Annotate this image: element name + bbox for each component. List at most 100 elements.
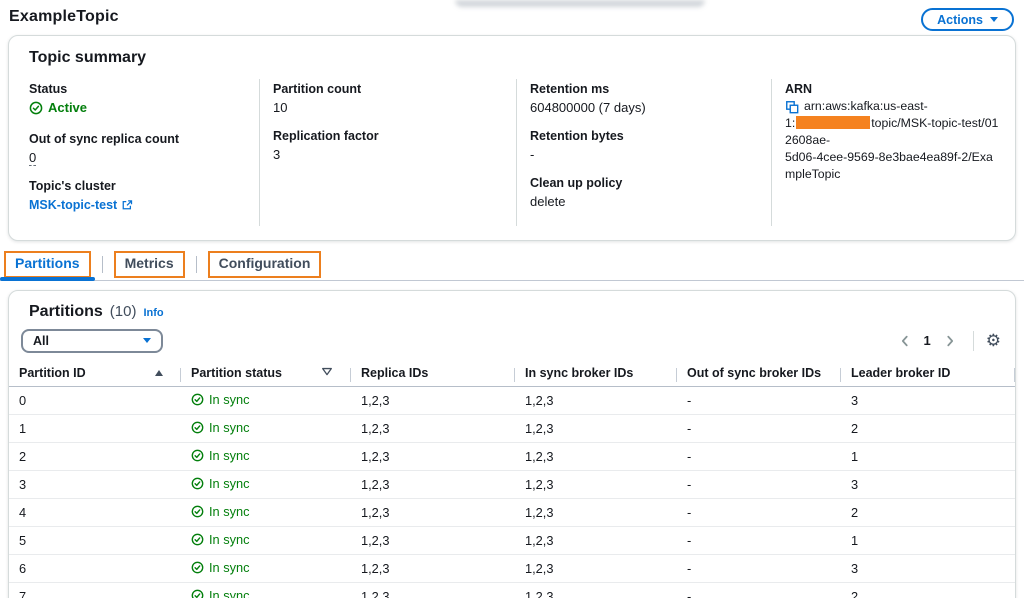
external-link-icon — [121, 199, 133, 211]
table-row: 4 In sync 1,2,3 1,2,3 - 2 — [9, 498, 1015, 527]
caret-down-icon — [143, 338, 151, 343]
tab-partitions[interactable]: Partitions — [0, 250, 95, 281]
retention-ms-label: Retention ms — [530, 82, 610, 96]
cell-replica-ids: 1,2,3 — [351, 414, 515, 443]
tab-partitions-highlight-box: Partitions — [4, 251, 91, 278]
cell-partition-id: 1 — [9, 414, 181, 443]
pagination-next-button[interactable] — [939, 330, 961, 352]
field-replication-factor: Replication factor 3 — [273, 128, 500, 164]
arn-text-line1: arn:aws:kafka:us-east- — [804, 99, 928, 113]
summary-column-2: Partition count 10 Replication factor 3 — [259, 79, 516, 226]
settings-gear-icon[interactable]: ⚙ — [986, 332, 1001, 349]
table-row: 5 In sync 1,2,3 1,2,3 - 1 — [9, 526, 1015, 555]
tab-metrics-label: Metrics — [124, 255, 174, 271]
column-header-replica-ids: Replica IDs — [351, 362, 515, 387]
info-link[interactable]: Info — [143, 307, 163, 319]
cell-replica-ids: 1,2,3 — [351, 554, 515, 583]
cell-partition-status: In sync — [191, 504, 250, 519]
field-clean-up-policy: Clean up policy delete — [530, 175, 755, 211]
retention-ms-value: 604800000 (7 days) — [530, 100, 646, 115]
topic-summary-card: Topic summary Status Active Out of sync … — [8, 35, 1016, 241]
partitions-title: Partitions — [29, 302, 103, 320]
tab-metrics-highlight-box: Metrics — [113, 251, 185, 278]
cell-in-sync-broker-ids: 1,2,3 — [515, 498, 677, 527]
cell-out-of-sync-broker-ids: - — [677, 442, 841, 471]
cell-partition-id: 6 — [9, 554, 181, 583]
column-header-partition-id-label: Partition ID — [19, 366, 86, 381]
table-row: 0 In sync 1,2,3 1,2,3 - 3 — [9, 386, 1015, 415]
browser-chrome-artifact — [455, 0, 705, 7]
cell-replica-ids: 1,2,3 — [351, 386, 515, 415]
cell-replica-ids: 1,2,3 — [351, 498, 515, 527]
table-row: 7 In sync 1,2,3 1,2,3 - 2 — [9, 582, 1015, 598]
table-row: 1 In sync 1,2,3 1,2,3 - 2 — [9, 414, 1015, 443]
cell-in-sync-broker-ids: 1,2,3 — [515, 582, 677, 598]
field-topics-cluster: Topic's cluster MSK-topic-test — [29, 178, 243, 215]
pagination: 1 ⚙ — [894, 330, 1001, 352]
partitions-header: Partitions (10) Info — [9, 303, 1015, 321]
filter-icon[interactable] — [321, 366, 333, 381]
page-title: ExampleTopic — [9, 8, 119, 25]
cell-out-of-sync-broker-ids: - — [677, 386, 841, 415]
copy-icon[interactable] — [785, 100, 799, 114]
cell-partition-status: In sync — [191, 532, 250, 547]
partition-filter-value: All — [33, 333, 49, 348]
cell-in-sync-broker-ids: 1,2,3 — [515, 414, 677, 443]
cell-partition-id: 5 — [9, 526, 181, 555]
table-row: 2 In sync 1,2,3 1,2,3 - 1 — [9, 442, 1015, 471]
cell-partition-status: In sync — [191, 392, 250, 407]
cell-partition-id: 3 — [9, 470, 181, 499]
pagination-current-page[interactable]: 1 — [920, 333, 935, 348]
actions-button[interactable]: Actions — [921, 8, 1014, 31]
cell-partition-status: In sync — [191, 476, 250, 491]
cell-partition-status: In sync — [191, 560, 250, 575]
tab-partitions-label: Partitions — [15, 255, 80, 271]
column-header-partition-status[interactable]: Partition status — [181, 362, 351, 387]
partitions-card: Partitions (10) Info All 1 ⚙ Partition I… — [8, 289, 1016, 598]
cell-leader-broker-id: 1 — [841, 442, 1015, 471]
cell-in-sync-broker-ids: 1,2,3 — [515, 442, 677, 471]
cell-partition-status: In sync — [191, 420, 250, 435]
field-out-of-sync-replica-count: Out of sync replica count 0 — [29, 131, 243, 167]
column-header-in-sync-broker-ids: In sync broker IDs — [515, 362, 677, 387]
cell-leader-broker-id: 2 — [841, 498, 1015, 527]
table-row: 3 In sync 1,2,3 1,2,3 - 3 — [9, 470, 1015, 499]
tab-divider — [101, 256, 103, 273]
cell-out-of-sync-broker-ids: - — [677, 470, 841, 499]
partition-filter-select[interactable]: All — [21, 328, 163, 353]
cell-replica-ids: 1,2,3 — [351, 470, 515, 499]
arn-text-line3: 5d06-4cee-9569-8e3bae4ea89f-2/ExampleTop… — [785, 150, 993, 181]
cell-leader-broker-id: 3 — [841, 386, 1015, 415]
topics-cluster-label: Topic's cluster — [29, 178, 116, 193]
cell-out-of-sync-broker-ids: - — [677, 526, 841, 555]
column-header-leader-broker-id: Leader broker ID — [841, 362, 1015, 387]
cell-leader-broker-id: 3 — [841, 554, 1015, 583]
cell-partition-status: In sync — [191, 448, 250, 463]
field-partition-count: Partition count 10 — [273, 81, 500, 117]
cell-in-sync-broker-ids: 1,2,3 — [515, 554, 677, 583]
out-of-sync-replica-count-value[interactable]: 0 — [29, 150, 37, 166]
cell-leader-broker-id: 1 — [841, 526, 1015, 555]
partition-count-value: 10 — [273, 100, 288, 115]
status-value: Active — [48, 100, 88, 115]
clean-up-policy-label: Clean up policy — [530, 176, 623, 190]
partitions-count: (10) — [109, 302, 137, 320]
summary-column-4: ARN arn:aws:kafka:us-east- 1: topic/MSK-t… — [771, 79, 1015, 226]
arn-text-line2: 1: topic/MSK-topic-test/012608ae- — [785, 115, 999, 149]
caret-down-icon — [990, 17, 998, 22]
cell-partition-status: In sync — [191, 588, 250, 598]
status-label: Status — [29, 82, 68, 96]
field-status: Status Active — [29, 81, 243, 120]
tab-configuration[interactable]: Configuration — [207, 250, 322, 280]
replication-factor-label: Replication factor — [273, 129, 379, 143]
cluster-link[interactable]: MSK-topic-test — [29, 196, 133, 215]
sort-ascending-icon[interactable] — [155, 370, 163, 377]
cell-leader-broker-id: 2 — [841, 414, 1015, 443]
cell-partition-id: 4 — [9, 498, 181, 527]
tab-metrics[interactable]: Metrics — [113, 250, 185, 280]
cluster-link-text: MSK-topic-test — [29, 197, 118, 212]
column-header-partition-id[interactable]: Partition ID — [9, 362, 181, 387]
summary-column-1: Status Active Out of sync replica count … — [9, 79, 259, 226]
topic-summary-grid: Status Active Out of sync replica count … — [9, 79, 1015, 226]
pagination-previous-button[interactable] — [894, 330, 916, 352]
